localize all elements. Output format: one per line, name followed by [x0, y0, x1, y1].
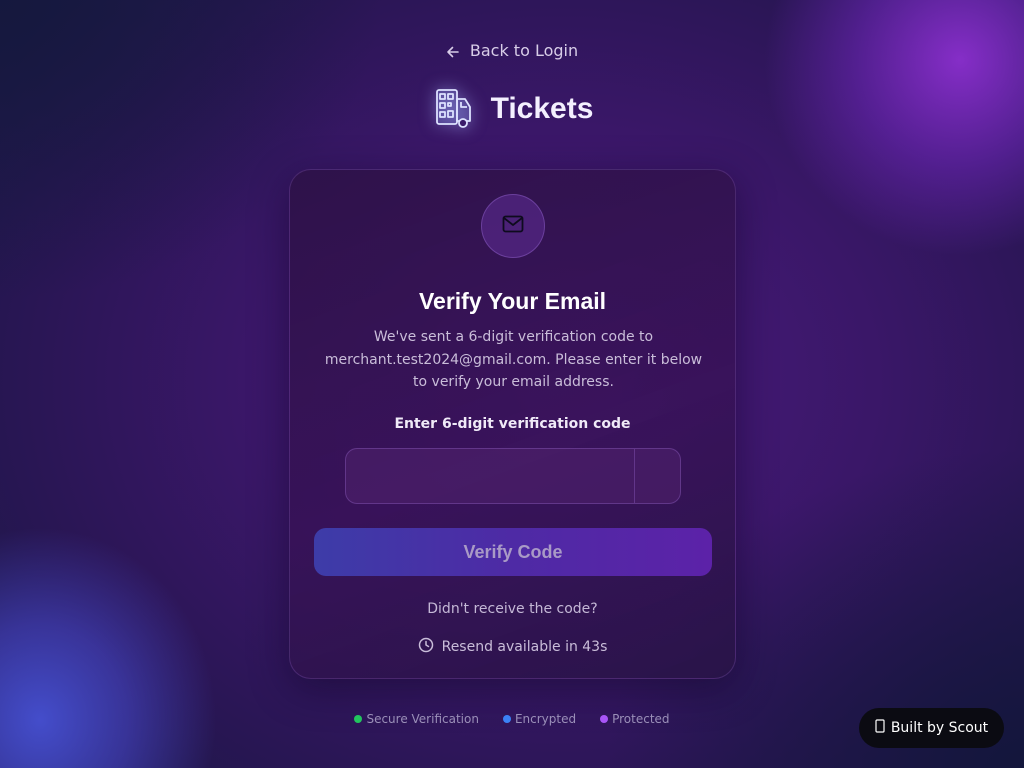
brand-name: Tickets: [490, 92, 594, 125]
clock-icon: [418, 637, 434, 657]
badge-label: Secure Verification: [366, 712, 479, 726]
code-digit-2[interactable]: [635, 449, 680, 503]
mail-icon: [502, 215, 524, 237]
code-digit-1[interactable]: [346, 449, 635, 503]
resend-timer: Resend available in 43s: [290, 637, 735, 657]
back-to-login-link[interactable]: Back to Login: [0, 41, 1024, 60]
code-input-group: [345, 448, 681, 504]
arrow-left-icon: [446, 44, 460, 58]
verification-card: Verify Your Email We've sent a 6-digit v…: [289, 169, 736, 679]
status-dot: [354, 715, 363, 723]
badge-protected: Protected: [600, 712, 670, 726]
resend-timer-label: Resend available in 43s: [441, 639, 608, 655]
badge-label: Protected: [612, 712, 670, 726]
verify-code-button[interactable]: Verify Code: [314, 528, 712, 576]
back-to-login-label: Back to Login: [469, 41, 579, 60]
box-icon: [875, 719, 885, 737]
mail-icon-badge: [481, 194, 545, 258]
page-title: Verify Your Email: [418, 288, 607, 314]
badge-secure-verification: Secure Verification: [354, 712, 479, 726]
verification-description: We've sent a 6-digit verification code t…: [324, 329, 703, 390]
ticket-truck-icon: [431, 86, 477, 132]
built-by-scout-badge[interactable]: Built by Scout: [859, 708, 1004, 748]
resend-question: Didn't receive the code?: [427, 601, 598, 617]
status-dot: [502, 715, 511, 723]
badge-label: Encrypted: [514, 712, 577, 726]
badge-encrypted: Encrypted: [502, 712, 577, 726]
brand-header: Tickets: [0, 86, 1024, 132]
code-input-label: Enter 6-digit verification code: [394, 416, 631, 432]
status-dot: [600, 715, 609, 723]
built-by-scout-label: Built by Scout: [890, 720, 989, 736]
